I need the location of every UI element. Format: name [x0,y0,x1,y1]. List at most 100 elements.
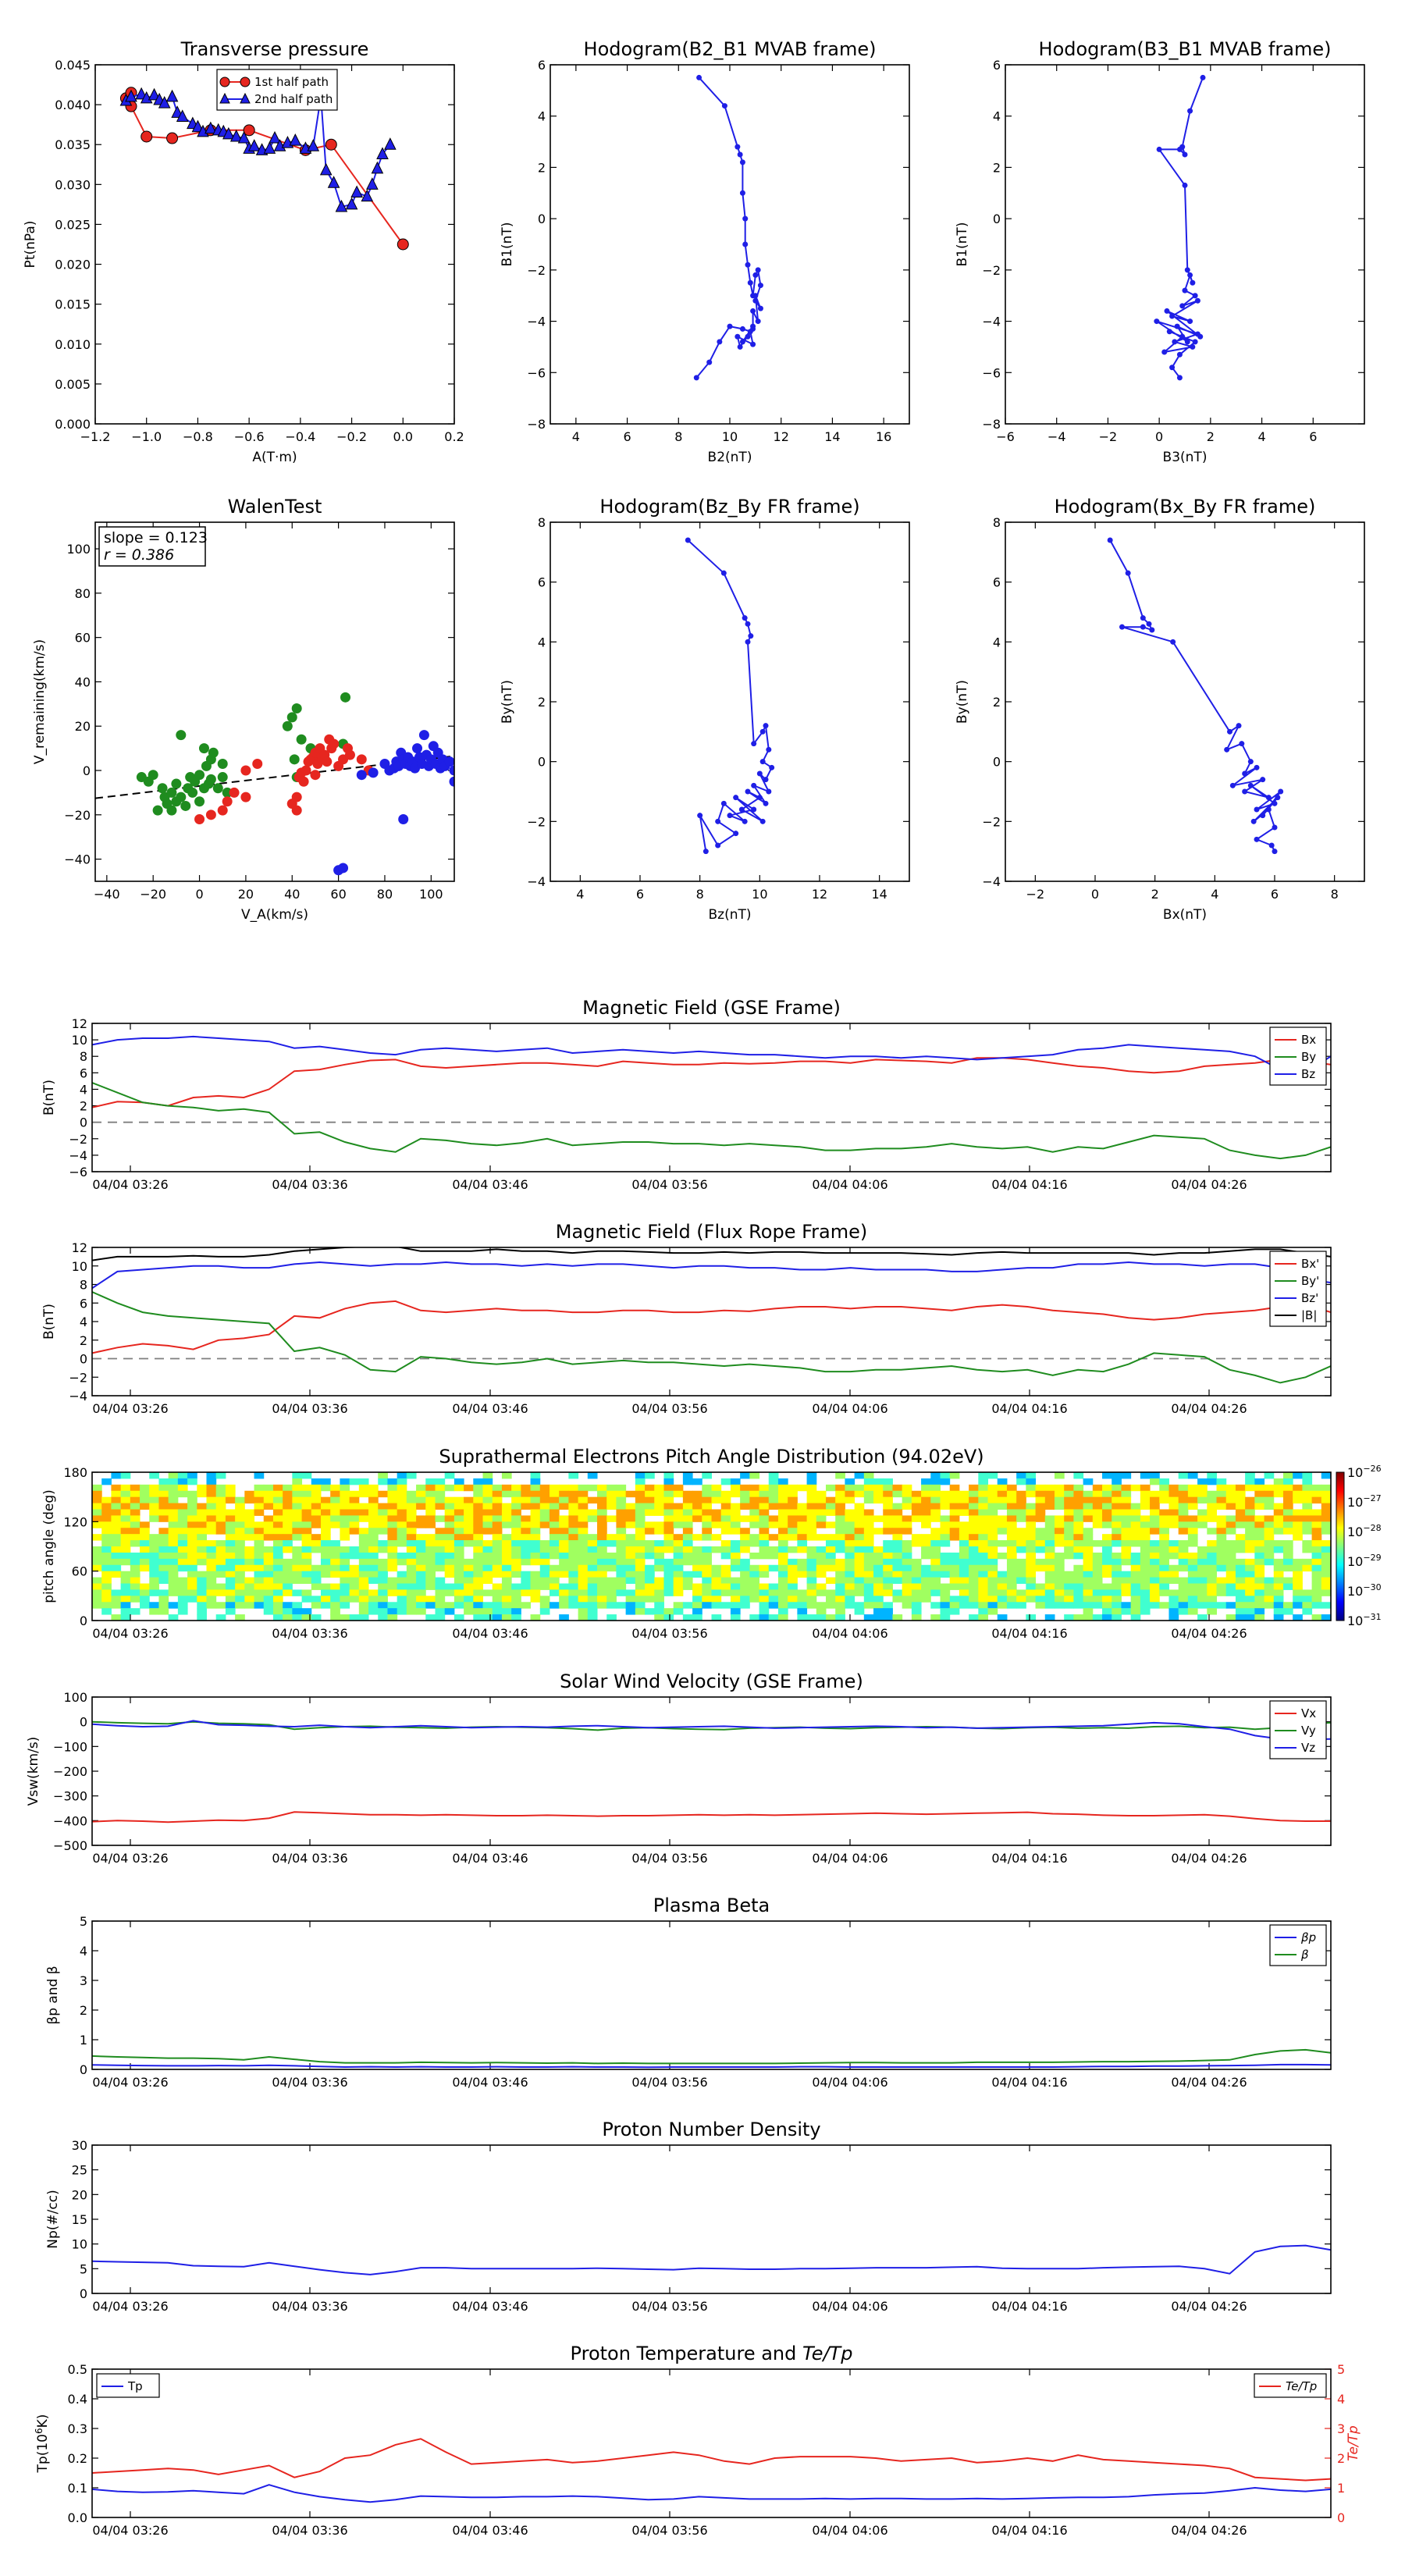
heatmap-cell [969,1484,979,1492]
data-point [1192,293,1198,299]
heatmap-cell [673,1540,684,1547]
heatmap-cell [206,1596,217,1603]
data-point [737,151,743,158]
heatmap-cell [1092,1583,1103,1590]
heatmap-cell [1302,1496,1313,1504]
heatmap-cell [1264,1503,1275,1510]
heatmap-cell [1150,1546,1160,1553]
heatmap-cell [521,1602,532,1609]
heatmap-cell [587,1496,598,1504]
heatmap-cell [111,1546,122,1553]
heatmap-cell [997,1503,1008,1510]
data-point [738,806,745,813]
heatmap-cell [330,1503,340,1510]
heatmap-cell [673,1608,684,1615]
heatmap-cell [921,1564,931,1572]
heatmap-cell [606,1602,617,1609]
plot-frame [550,521,910,882]
data-point [755,318,761,325]
series-line-circle [125,92,404,245]
heatmap-cell [1245,1577,1255,1584]
heatmap-cell [263,1546,274,1553]
heatmap-cell [1073,1484,1084,1492]
heatmap-cell [1112,1472,1122,1479]
heatmap-cell [1245,1558,1255,1566]
heatmap-cell [969,1583,979,1590]
heatmap-cell [645,1564,655,1572]
heatmap-cell [511,1596,521,1603]
heatmap-cell [711,1490,722,1498]
heatmap-cell [454,1496,464,1504]
heatmap-cell [749,1503,760,1510]
heatmap-cell [1178,1589,1189,1596]
heatmap-cell [111,1521,122,1528]
heatmap-cell [435,1546,446,1553]
heatmap-cell [1073,1521,1084,1528]
heatmap-cell [378,1546,388,1553]
heatmap-cell [1140,1496,1151,1504]
heatmap-cell [1006,1521,1017,1528]
heatmap-cell [1207,1577,1218,1584]
heatmap-cell [130,1528,140,1535]
y-axis-label-exp: 6 [34,2428,44,2434]
time-tick-label: 04/04 04:16 [991,1626,1067,1641]
heatmap-cell [530,1577,541,1584]
y-tick-label: 0.5 [68,2362,87,2377]
heatmap-cell [930,1558,941,1566]
heatmap-cell [711,1534,722,1541]
heatmap-cell [1282,1490,1293,1498]
heatmap-cell [387,1509,398,1516]
heatmap-cell [1102,1564,1112,1572]
heatmap-cell [978,1521,989,1528]
heatmap-cell [149,1509,159,1516]
heatmap-cell [1035,1602,1046,1609]
heatmap-cell [197,1503,207,1510]
heatmap-cell [330,1521,340,1528]
heatmap-cell [464,1528,474,1535]
heatmap-cell [1235,1534,1246,1541]
heatmap-cell [645,1589,655,1596]
heatmap-cell [578,1509,589,1516]
heatmap-cell [406,1558,417,1566]
heatmap-cell [873,1490,884,1498]
heatmap-cell [578,1596,589,1603]
heatmap-cell [702,1602,712,1609]
heatmap-cell [1035,1589,1046,1596]
heatmap-cell [930,1564,941,1572]
heatmap-cell [740,1534,750,1541]
heatmap-cell [902,1484,912,1492]
heatmap-cell [768,1589,779,1596]
heatmap-cell [816,1503,827,1510]
heatmap-cell [1102,1515,1112,1522]
heatmap-cell [969,1571,979,1578]
heatmap-cell [1130,1552,1141,1560]
heatmap-cell [1282,1515,1293,1522]
heatmap-cell [1016,1602,1026,1609]
scatter-point [212,783,223,794]
heatmap-cell [692,1534,702,1541]
heatmap-cell [521,1577,532,1584]
heatmap-cell [1245,1515,1255,1522]
heatmap-cell [625,1552,636,1560]
heatmap-cell [521,1528,532,1535]
heatmap-cell [1073,1602,1084,1609]
heatmap-cell [140,1534,150,1541]
heatmap-cell [1168,1571,1179,1578]
heatmap-cell [301,1528,312,1535]
heatmap-cell [740,1546,750,1553]
heatmap-cell [1254,1577,1265,1584]
time-tick-label: 04/04 03:26 [92,2299,168,2314]
heatmap-cell [845,1589,855,1596]
heatmap-cell [444,1589,455,1596]
heatmap-cell [1254,1534,1265,1541]
heatmap-cell [320,1583,331,1590]
heatmap-cell [425,1521,436,1528]
heatmap-cell [1044,1496,1055,1504]
heatmap-cell [168,1589,179,1596]
chart-walen: WalenTest−40 −20 0 20 40 60 80 100−40−200204060… [32,496,455,923]
heatmap-cell [292,1577,303,1584]
heatmap-cell [501,1577,512,1584]
heatmap-cell [511,1608,521,1615]
heatmap-cell [320,1546,331,1553]
heatmap-cell [425,1503,436,1510]
